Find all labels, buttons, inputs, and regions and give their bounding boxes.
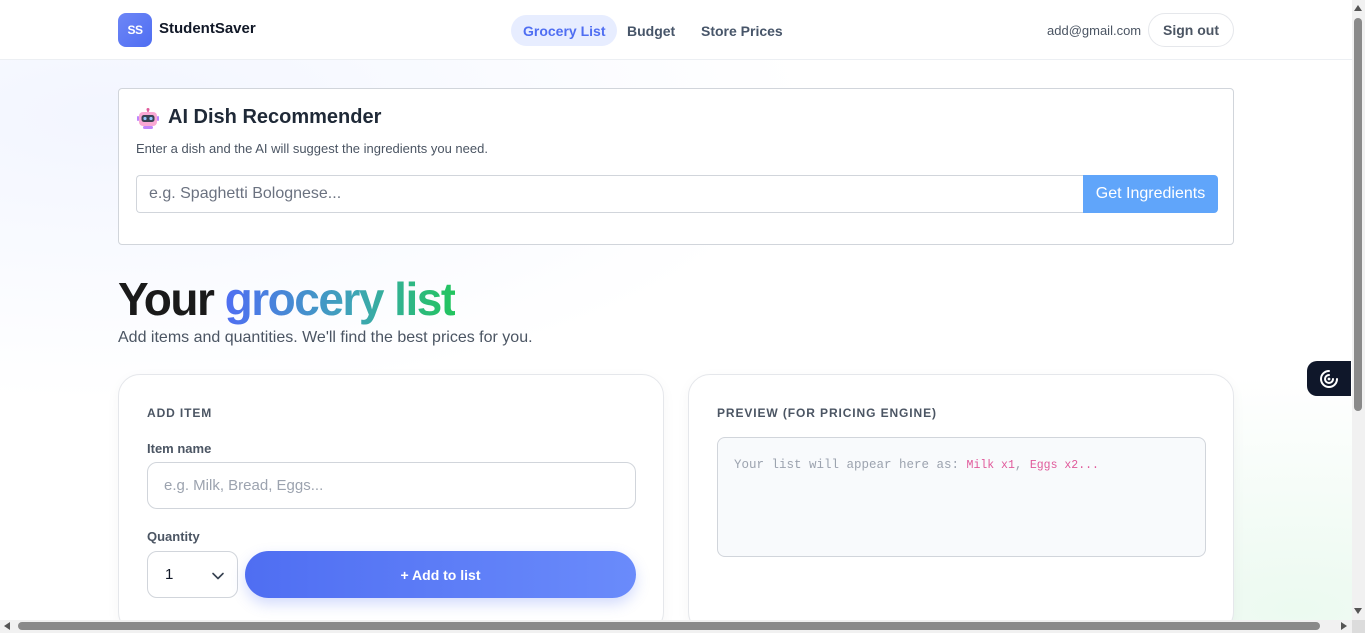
scroll-left-arrow-icon[interactable] — [4, 622, 10, 630]
page-subtitle: Add items and quantities. We'll find the… — [118, 329, 533, 346]
page-title-highlight: grocery list — [224, 273, 457, 325]
item-name-input[interactable] — [147, 462, 636, 509]
page-title-plain: Your — [118, 273, 215, 325]
preview-box: Your list will appear here as: Milk x1, … — [717, 437, 1206, 557]
quantity-label: Quantity — [147, 529, 200, 544]
add-item-panel: ADD ITEM Item name Quantity 1 + Add to l… — [118, 374, 664, 633]
brand-name[interactable]: StudentSaver — [159, 20, 256, 37]
preview-text: Your list will appear here as: — [734, 458, 967, 472]
add-to-list-button[interactable]: + Add to list — [245, 551, 636, 598]
scrollbar-corner — [1352, 620, 1365, 633]
logo-badge[interactable]: SS — [118, 13, 152, 47]
spiral-icon — [1320, 369, 1338, 388]
add-item-heading: ADD ITEM — [147, 406, 213, 420]
preview-heading: PREVIEW (FOR PRICING ENGINE) — [717, 406, 937, 420]
horizontal-scrollbar-thumb[interactable] — [18, 622, 1320, 630]
floating-assistant-button[interactable] — [1307, 361, 1351, 396]
preview-token-eggs: Eggs x2 — [1029, 459, 1079, 472]
user-email: add@gmail.com — [1047, 23, 1142, 38]
vertical-scrollbar[interactable] — [1352, 0, 1365, 620]
chevron-down-icon — [212, 572, 224, 580]
item-name-label: Item name — [147, 441, 212, 456]
get-ingredients-button[interactable]: Get Ingredients — [1083, 175, 1218, 213]
page-title: Your grocery list — [118, 272, 457, 326]
quantity-value: 1 — [165, 566, 174, 583]
nav-tab-budget[interactable]: Budget — [615, 15, 687, 46]
preview-token-milk: Milk x1 — [966, 459, 1015, 472]
preview-panel: PREVIEW (FOR PRICING ENGINE) Your list w… — [688, 374, 1234, 633]
vertical-scrollbar-thumb[interactable] — [1354, 18, 1362, 411]
ai-card-title: AI Dish Recommender — [168, 106, 382, 128]
dish-input[interactable] — [136, 175, 1084, 213]
scroll-up-arrow-icon[interactable] — [1354, 5, 1362, 11]
ai-card-description: Enter a dish and the AI will suggest the… — [136, 141, 488, 156]
sign-out-button[interactable]: Sign out — [1148, 13, 1234, 47]
robot-icon — [137, 108, 159, 129]
scroll-down-arrow-icon[interactable] — [1354, 608, 1362, 614]
nav-tab-grocery-list[interactable]: Grocery List — [511, 15, 618, 46]
top-navbar: SS StudentSaver Grocery List Budget Stor… — [0, 0, 1352, 60]
preview-ellipsis: ... — [1078, 459, 1099, 472]
preview-separator: , — [1014, 458, 1030, 472]
horizontal-scrollbar[interactable] — [0, 620, 1352, 633]
ai-dish-recommender-card: AI Dish Recommender Enter a dish and the… — [118, 88, 1234, 245]
nav-tab-store-prices[interactable]: Store Prices — [689, 15, 795, 46]
quantity-select[interactable]: 1 — [147, 551, 238, 598]
scroll-right-arrow-icon[interactable] — [1341, 622, 1347, 630]
